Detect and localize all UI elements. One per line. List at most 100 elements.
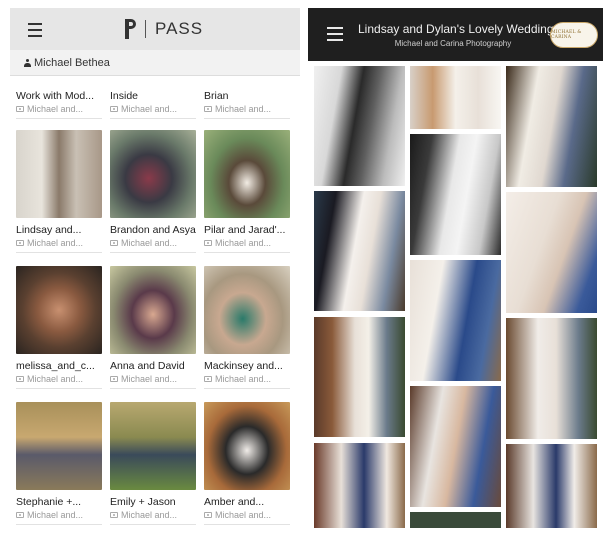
album-card[interactable]: Work with Mod... Michael and... [16,90,104,119]
user-account[interactable]: Michael Bethea [24,57,110,69]
divider [204,388,290,389]
album-photographer: Michael and... [215,238,272,248]
album-thumbnail [110,130,196,218]
album-thumbnail [204,130,290,218]
divider [204,252,290,253]
album-photographer: Michael and... [215,510,272,520]
album-card[interactable]: Anna and David Michael and... [110,266,198,389]
camera-icon [110,376,118,382]
album-meta: Michael and... [204,238,292,248]
camera-icon [16,240,24,246]
gallery-photo[interactable] [506,66,597,187]
album-meta: Michael and... [110,510,198,520]
album-title: Stephanie +... [16,496,82,508]
album-title: Mackinsey and... [204,360,283,372]
gallery-photo[interactable] [506,318,597,439]
studio-logo-badge[interactable]: MICHAEL & CARINA [550,22,598,48]
album-photographer: Michael and... [27,510,84,520]
camera-icon [16,376,24,382]
camera-icon [204,376,212,382]
gallery-photo[interactable] [314,443,405,528]
album-title: Brandon and Asya [110,224,196,236]
camera-icon [110,240,118,246]
gallery-photo[interactable] [314,317,405,437]
divider [110,388,196,389]
gallery-photo[interactable] [410,134,501,255]
album-thumbnail [110,402,196,490]
album-card[interactable]: Stephanie +... Michael and... [16,402,104,525]
album-title: melissa_and_c... [16,360,95,372]
camera-icon [16,106,24,112]
person-icon [24,58,31,68]
screenshot-composite: PASS Michael Bethea Work with Mod... Mic… [0,0,610,536]
album-title: Lindsay and... [16,224,82,236]
left-app-screen: PASS Michael Bethea Work with Mod... Mic… [10,8,300,528]
album-photographer: Michael and... [215,104,272,114]
gallery-photo[interactable] [410,66,501,129]
gallery-photo[interactable] [314,191,405,311]
camera-icon [204,240,212,246]
camera-icon [204,106,212,112]
user-bar: Michael Bethea [10,50,300,76]
divider [204,524,290,525]
divider [110,524,196,525]
album-title: Work with Mod... [16,90,94,102]
album-photographer: Michael and... [27,104,84,114]
album-photographer: Michael and... [121,374,178,384]
studio-logo-text: MICHAEL & CARINA [551,30,582,40]
album-card[interactable]: Lindsay and... Michael and... [16,130,104,253]
gallery-header: Lindsay and Dylan's Lovely Wedding Micha… [308,8,603,61]
user-name: Michael Bethea [34,57,110,69]
gallery-photo[interactable] [314,66,405,186]
logo-text: PASS [155,19,204,38]
camera-icon [110,106,118,112]
album-card[interactable]: Pilar and Jarad'... Michael and... [204,130,292,253]
right-app-screen: Lindsay and Dylan's Lovely Wedding Micha… [308,8,603,528]
album-thumbnail [110,266,196,354]
album-photographer: Michael and... [27,374,84,384]
album-meta: Michael and... [16,374,104,384]
gallery-photo[interactable] [410,386,501,507]
album-card[interactable]: Brian Michael and... [204,90,292,119]
album-title: Inside [110,90,139,102]
divider [110,118,196,119]
gallery-photo[interactable] [506,192,597,313]
album-meta: Michael and... [16,510,104,520]
camera-icon [110,512,118,518]
album-meta: Michael and... [110,104,198,114]
album-photographer: Michael and... [121,238,178,248]
gallery-photo[interactable] [410,260,501,381]
divider [110,252,196,253]
album-card[interactable]: Mackinsey and... Michael and... [204,266,292,389]
menu-icon[interactable] [327,27,345,43]
album-photographer: Michael and... [215,374,272,384]
album-meta: Michael and... [204,104,292,114]
gallery-photo[interactable] [410,512,501,528]
gallery-photo[interactable] [506,444,597,528]
album-photographer: Michael and... [121,104,178,114]
pass-logo: PASS [125,18,203,40]
divider [16,524,102,525]
divider [16,388,102,389]
logo-mark-icon [125,19,137,39]
divider [204,118,290,119]
menu-icon[interactable] [22,17,48,41]
album-meta: Michael and... [204,510,292,520]
album-card[interactable]: Inside Michael and... [110,90,198,119]
album-photographer: Michael and... [121,510,178,520]
album-thumbnail [16,402,102,490]
album-meta: Michael and... [204,374,292,384]
album-card[interactable]: melissa_and_c... Michael and... [16,266,104,389]
album-photographer: Michael and... [27,238,84,248]
album-card[interactable]: Amber and... Michael and... [204,402,292,525]
album-title: Brian [204,90,229,102]
album-thumbnail [204,266,290,354]
album-title: Anna and David [110,360,185,372]
album-title: Amber and... [204,496,265,508]
album-title: Emily + Jason [110,496,176,508]
album-meta: Michael and... [16,238,104,248]
gallery-title: Lindsay and Dylan's Lovely Wedding [358,22,554,36]
album-card[interactable]: Emily + Jason Michael and... [110,402,198,525]
divider [16,118,102,119]
album-card[interactable]: Brandon and Asya Michael and... [110,130,198,253]
